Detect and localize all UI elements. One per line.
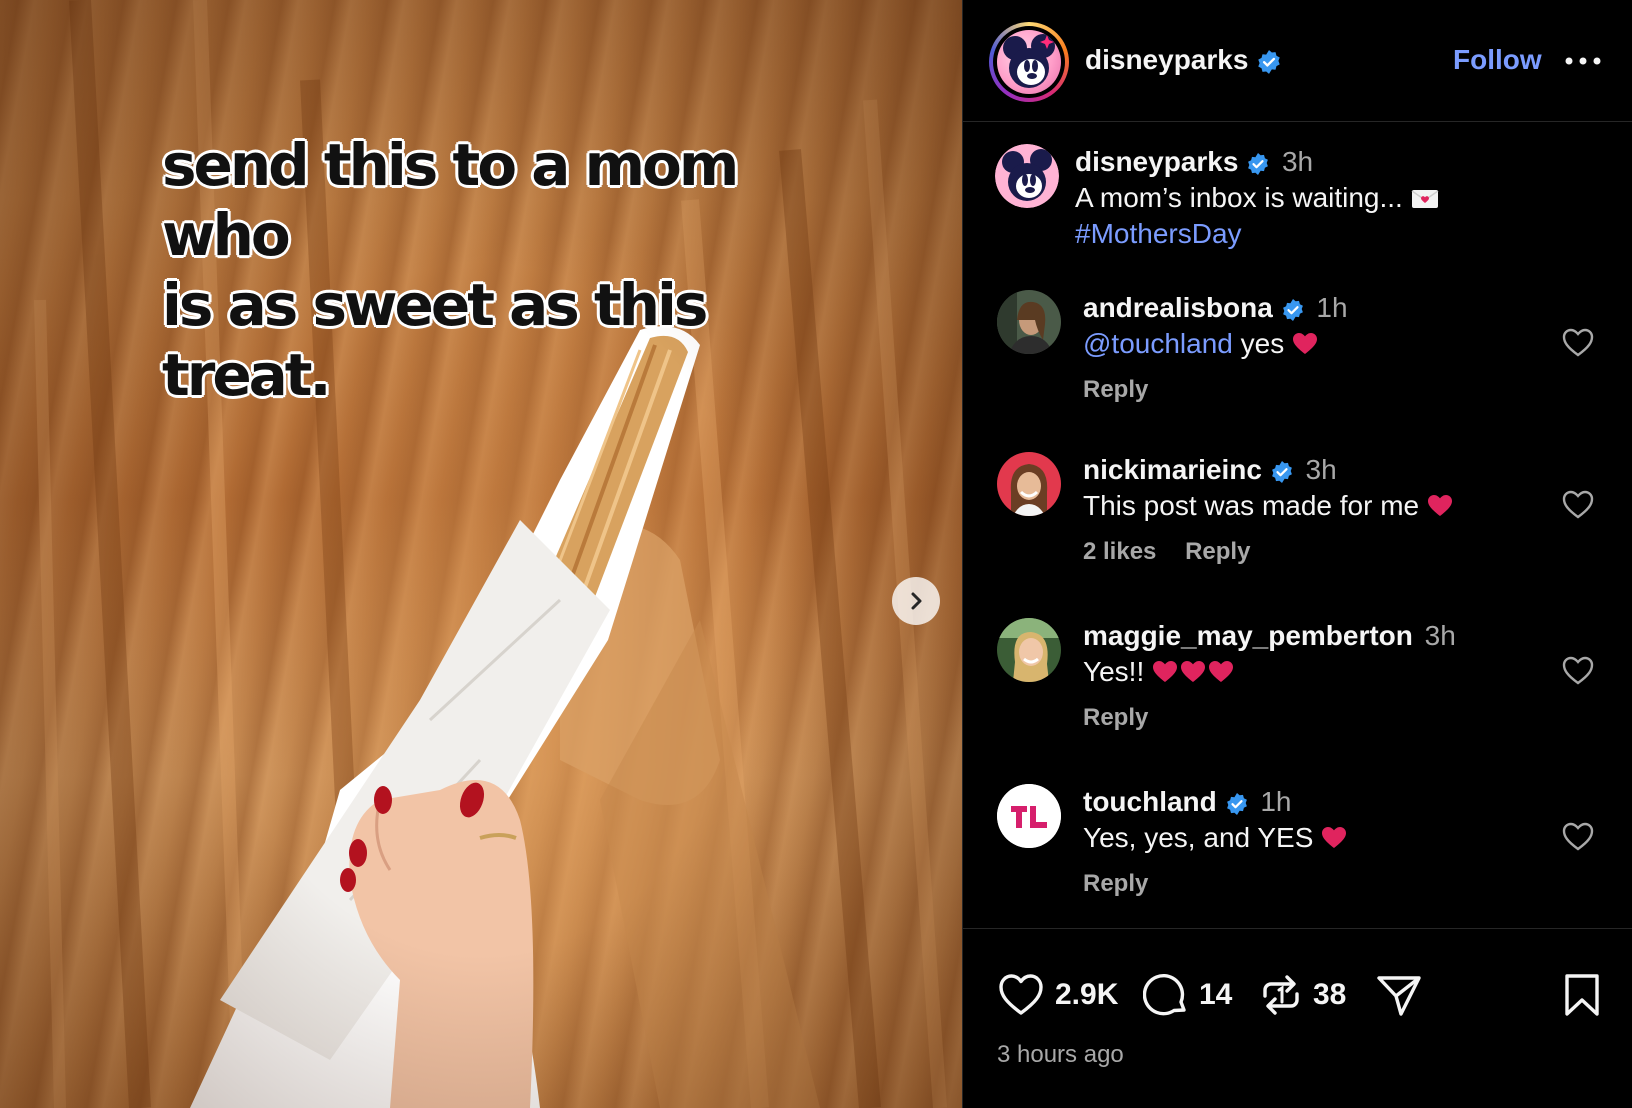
next-image-button[interactable]	[892, 577, 940, 625]
user-photo-icon	[997, 290, 1061, 354]
comment-username[interactable]: nickimarieinc	[1083, 454, 1262, 485]
verified-badge-icon	[1248, 152, 1269, 175]
share-button[interactable]	[1375, 971, 1423, 1019]
mention-link[interactable]: @touchland	[1083, 328, 1233, 359]
username-text[interactable]: disneyparks	[1085, 44, 1248, 75]
heart-outline-icon[interactable]	[1561, 488, 1595, 522]
repost-icon	[1263, 975, 1299, 1015]
image-caption-line: send this to a mom who	[162, 131, 739, 269]
image-caption-line: is as sweet as this treat.	[162, 271, 708, 409]
heart-outline-icon[interactable]	[1561, 326, 1595, 360]
chevron-right-icon	[911, 592, 922, 610]
comment-text: yes	[1232, 328, 1285, 359]
save-button[interactable]	[1563, 971, 1601, 1019]
avatar[interactable]	[995, 144, 1059, 208]
verified-badge-icon	[1282, 298, 1303, 321]
reposts-count[interactable]: 38	[1313, 978, 1346, 1012]
hashtag-link[interactable]: #MothersDay	[1075, 218, 1242, 249]
post-sidebar: disneyparks Follow disneyparks 3h A mom’…	[962, 0, 1632, 1108]
heart-outline-icon[interactable]	[1561, 820, 1595, 854]
comment-time: 3h	[1305, 454, 1337, 485]
likes-count[interactable]: 2.9K	[1055, 978, 1118, 1012]
user-photo-icon	[997, 452, 1061, 516]
comment-username[interactable]: touchland	[1083, 786, 1217, 817]
like-button[interactable]: 2.9K	[997, 971, 1118, 1019]
caption-text: A mom’s inbox is waiting...	[1075, 182, 1403, 213]
avatar[interactable]	[997, 290, 1061, 354]
red-heart-icon	[1427, 495, 1452, 516]
user-photo-icon	[997, 618, 1061, 682]
comment-username[interactable]: maggie_may_pemberton	[1083, 620, 1413, 651]
comment-time: 1h	[1316, 292, 1348, 323]
header-username[interactable]: disneyparks	[1085, 44, 1282, 76]
comment-time: 1h	[1260, 786, 1292, 817]
comment-text: Yes, yes, and YES	[1083, 822, 1314, 853]
mickey-avatar-icon	[997, 30, 1061, 94]
post-media[interactable]: send this to a mom who is as sweet as th…	[0, 0, 962, 1108]
comment-text: Yes!!	[1083, 656, 1145, 687]
comment-username[interactable]: disneyparks	[1075, 146, 1238, 177]
verified-badge-icon	[1226, 792, 1247, 815]
repost-button[interactable]: 38	[1259, 971, 1346, 1019]
avatar[interactable]	[997, 618, 1061, 682]
comment-username[interactable]: andrealisbona	[1083, 292, 1273, 323]
bookmark-icon	[1565, 974, 1599, 1016]
reply-button[interactable]: Reply	[1185, 538, 1250, 565]
heart-outline-icon[interactable]	[1561, 654, 1595, 688]
comments-list[interactable]: disneyparks 3h A mom’s inbox is waiting.…	[963, 122, 1632, 928]
follow-button[interactable]: Follow	[1453, 44, 1542, 76]
verified-badge-icon	[1258, 49, 1280, 74]
avatar[interactable]	[997, 452, 1061, 516]
avatar[interactable]	[989, 22, 1069, 102]
mickey-avatar-icon	[995, 144, 1059, 208]
comment-time: 3h	[1424, 620, 1456, 651]
post-actions: 2.9K 14 38 3 hours ago	[963, 928, 1632, 1108]
comment-button[interactable]: 14	[1143, 971, 1232, 1019]
three-red-hearts-icon	[1153, 661, 1234, 682]
reply-button[interactable]: Reply	[1083, 376, 1148, 403]
more-icon[interactable]	[1563, 46, 1603, 76]
heart-outline-icon	[999, 974, 1043, 1015]
reply-button[interactable]: Reply	[1083, 704, 1148, 731]
comment-text: This post was made for me	[1083, 490, 1420, 521]
post-timestamp: 3 hours ago	[997, 1041, 1124, 1068]
post-header: disneyparks Follow	[963, 0, 1632, 122]
share-icon	[1377, 976, 1421, 1016]
likes-count[interactable]: 2 likes	[1083, 538, 1156, 565]
image-caption: send this to a mom who is as sweet as th…	[162, 130, 842, 410]
touchland-logo-icon	[997, 784, 1061, 848]
comment-time: 3h	[1281, 146, 1314, 177]
envelope-heart-icon	[1411, 190, 1439, 208]
avatar[interactable]	[997, 784, 1061, 848]
red-heart-icon	[1322, 827, 1347, 848]
verified-badge-icon	[1271, 460, 1292, 483]
comments-count[interactable]: 14	[1199, 978, 1232, 1012]
comment-icon	[1143, 974, 1186, 1016]
red-heart-icon	[1293, 333, 1317, 354]
reply-button[interactable]: Reply	[1083, 870, 1148, 897]
